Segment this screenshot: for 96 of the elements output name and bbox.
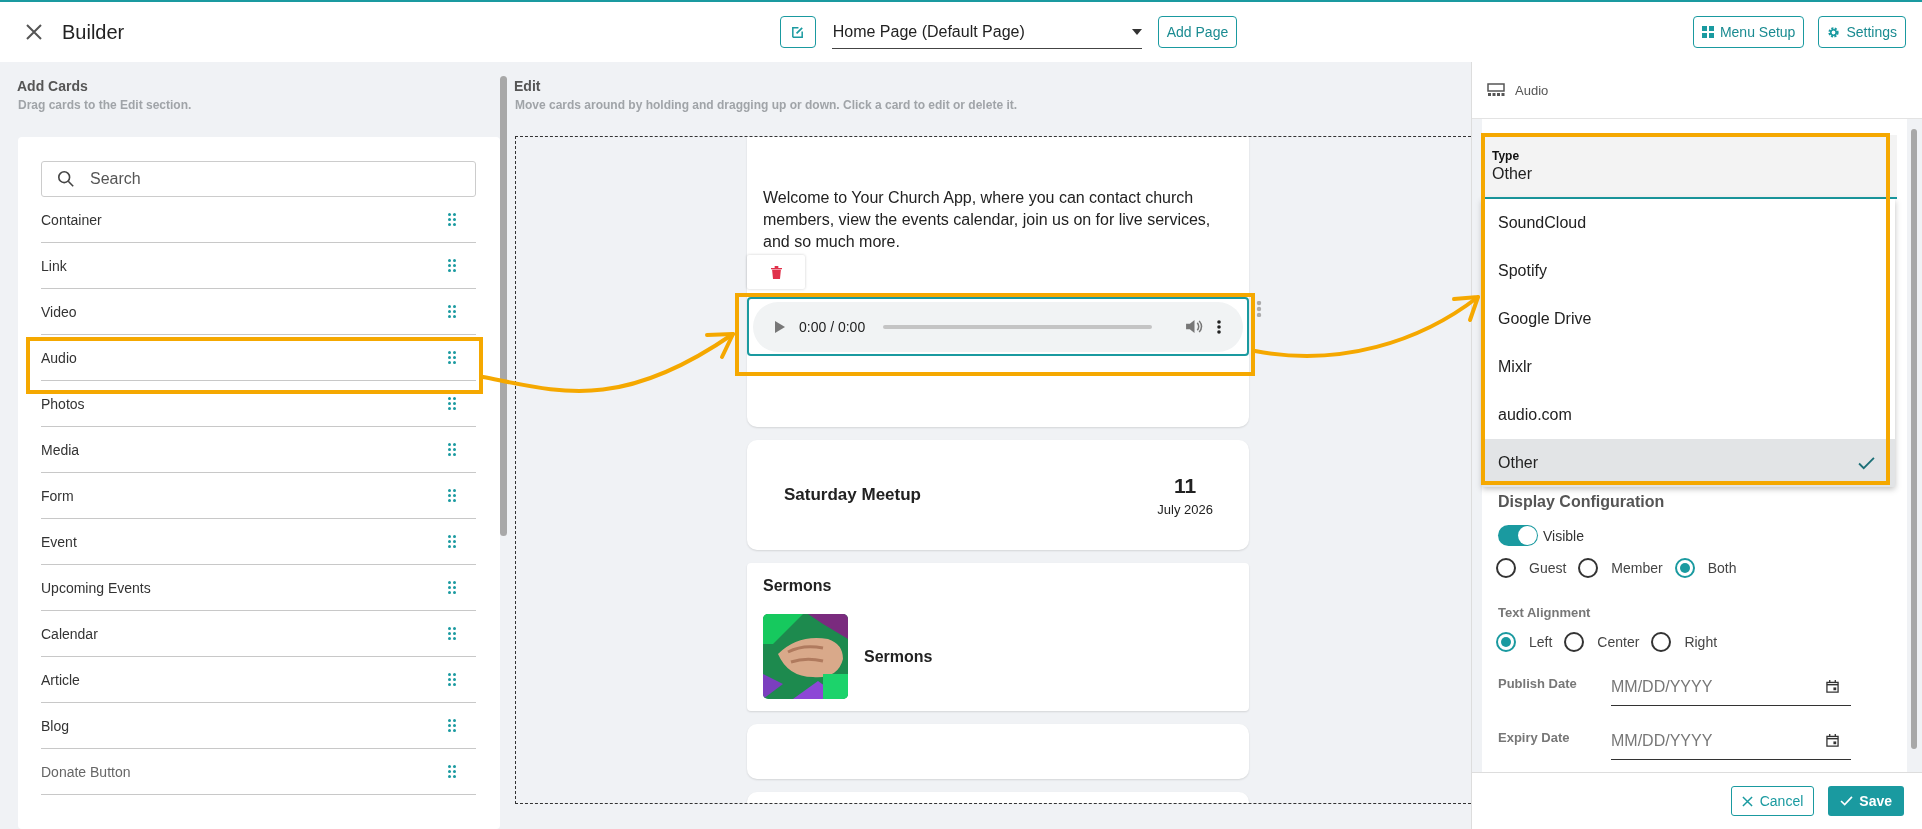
event-month: July 2026 [1157, 501, 1213, 517]
drag-handle-icon[interactable] [448, 259, 456, 272]
edit-page-button[interactable] [779, 16, 816, 48]
trash-icon [770, 265, 782, 279]
search-field[interactable]: Search [41, 161, 476, 197]
section-title: Edit [514, 78, 542, 94]
drag-handle-icon[interactable] [448, 535, 456, 548]
drag-handle-icon[interactable] [448, 719, 456, 732]
drag-handle-icon[interactable] [448, 581, 456, 594]
sermon-title: Sermons [864, 647, 933, 666]
scrollbar[interactable] [1911, 129, 1917, 749]
check-icon [1840, 796, 1854, 806]
section-title: Add Cards [17, 78, 89, 94]
time-display: 0:00 / 0:00 [799, 318, 866, 335]
field-label: Publish Date [1498, 676, 1578, 691]
search-icon [57, 170, 75, 188]
app-title: Builder [62, 20, 125, 44]
radio-label: Guest [1529, 560, 1567, 576]
event-day: 11 [1174, 473, 1197, 498]
drag-handle-icon[interactable] [448, 673, 456, 686]
dropdown-option[interactable]: Spotify [1482, 247, 1895, 295]
more-icon[interactable] [1217, 319, 1221, 334]
visible-toggle[interactable] [1498, 525, 1538, 546]
add-page-button[interactable]: Add Page [1157, 16, 1238, 48]
type-select[interactable]: Type Other [1482, 135, 1897, 199]
drag-handle-icon[interactable] [448, 213, 456, 226]
settings-icon [1827, 25, 1841, 39]
radio-label: Left [1529, 634, 1553, 650]
close-icon[interactable] [24, 22, 44, 42]
card-type-item[interactable]: Audio [41, 335, 476, 381]
field-label: Expiry Date [1498, 730, 1571, 745]
check-icon [1858, 456, 1875, 470]
radio-button[interactable] [1496, 632, 1516, 652]
drag-handle-icon[interactable] [448, 351, 456, 364]
dropdown-option[interactable]: Google Drive [1482, 295, 1895, 343]
section-heading: Display Configuration [1497, 493, 1666, 511]
date-field[interactable]: MM/DD/YYYY [1611, 722, 1851, 760]
panel-title: Audio [1515, 82, 1549, 98]
drag-handle-icon[interactable] [448, 627, 456, 640]
caret-icon [1131, 28, 1142, 35]
card-type-item[interactable]: Event [41, 519, 476, 565]
drag-handle-icon[interactable] [448, 489, 456, 502]
scrollbar[interactable] [500, 76, 507, 536]
volume-icon[interactable] [1186, 319, 1203, 334]
card-type-item[interactable]: Photos [41, 381, 476, 427]
card-type-item[interactable]: Container [41, 197, 476, 243]
menu-setup-button[interactable]: Menu Setup [1692, 16, 1805, 48]
grid-icon [1701, 26, 1714, 38]
play-icon[interactable] [775, 320, 785, 333]
card-type-item[interactable]: Form [41, 473, 476, 519]
toggle-label: Visible [1543, 527, 1584, 544]
dropdown-option[interactable]: Other [1482, 439, 1895, 487]
page-select[interactable]: Home Page (Default Page) [831, 15, 1142, 49]
drag-handle-icon[interactable] [448, 305, 456, 318]
calendar-icon[interactable] [1826, 680, 1839, 693]
sermons-card[interactable]: Sermons Sermons [747, 563, 1249, 711]
card-type-item[interactable]: Article [41, 657, 476, 703]
settings-button[interactable]: Settings [1818, 16, 1906, 48]
radio-button[interactable] [1651, 632, 1672, 652]
radio-label: Member [1611, 560, 1663, 576]
card-type-item[interactable]: Donate Button [41, 749, 476, 795]
edit-icon [790, 24, 806, 40]
radio-button[interactable] [1564, 632, 1585, 652]
dropdown-option[interactable]: Mixlr [1482, 343, 1895, 391]
cancel-button[interactable]: Cancel [1730, 786, 1815, 816]
drag-handle-icon[interactable] [448, 397, 456, 410]
section-hint: Move cards around by holding and dragging up or down. Click a card to edit or delete it. [515, 98, 1019, 112]
event-card[interactable]: Saturday Meetup 11 July 2026 [747, 440, 1249, 550]
card-type-item[interactable]: Upcoming Events [41, 565, 476, 611]
welcome-text: Welcome to Your Church App, where you can contact church members, view the events calendar, join us on for live services, and so much more. [762, 188, 1212, 252]
radio-label: Center [1597, 634, 1640, 650]
date-field[interactable]: MM/DD/YYYY [1611, 668, 1851, 706]
delete-tab[interactable] [747, 255, 805, 289]
card-type-item[interactable]: Video [41, 289, 476, 335]
event-title: Saturday Meetup [784, 485, 921, 505]
card-type-item[interactable]: Link [41, 243, 476, 289]
radio-button[interactable] [1496, 558, 1516, 578]
dropdown-option[interactable]: SoundCloud [1482, 199, 1895, 247]
audio-player[interactable]: 0:00 / 0:00 [753, 301, 1243, 352]
radio-button[interactable] [1674, 558, 1695, 578]
drag-handle-icon[interactable] [448, 765, 456, 778]
radio-label: Both [1707, 560, 1737, 576]
audio-card-icon [1487, 83, 1505, 97]
radio-label: Right [1684, 634, 1718, 650]
field-label: Text Alignment [1497, 605, 1592, 620]
section-hint: Drag cards to the Edit section. [18, 98, 193, 112]
radio-button[interactable] [1578, 558, 1599, 578]
close-icon [1741, 795, 1753, 807]
card-type-item[interactable]: Blog [41, 703, 476, 749]
calendar-icon[interactable] [1826, 734, 1839, 747]
card-type-item[interactable]: Media [41, 427, 476, 473]
card-title: Sermons [763, 577, 833, 595]
card-type-item[interactable]: Calendar [41, 611, 476, 657]
drag-handle-icon[interactable] [1256, 301, 1262, 317]
drag-handle-icon[interactable] [448, 443, 456, 456]
dropdown-option[interactable]: audio.com [1482, 391, 1895, 439]
